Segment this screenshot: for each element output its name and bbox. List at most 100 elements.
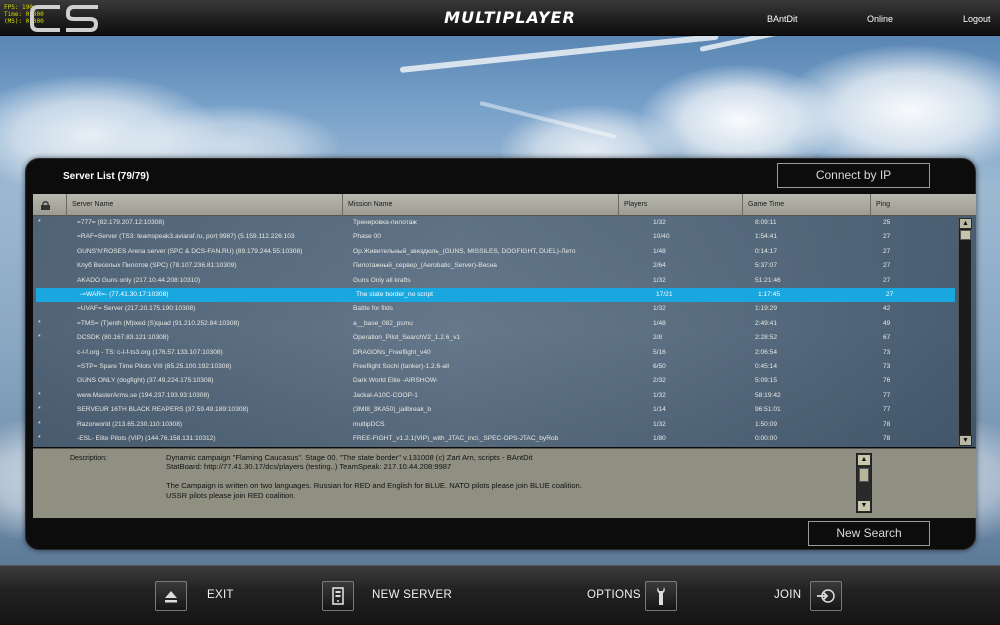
row-players: 1/32 <box>653 391 666 399</box>
row-players: 1/32 <box>653 219 666 226</box>
column-server-name[interactable]: Server Name <box>66 194 348 216</box>
join-button[interactable]: JOIN <box>774 581 854 611</box>
row-server-name: GUNS ONLY (dogfight) (37.49.224.175:1030… <box>77 377 214 385</box>
scroll-down-button[interactable]: ▼ <box>959 435 972 446</box>
online-status[interactable]: Online <box>867 14 893 24</box>
description-scroll-thumb[interactable] <box>859 468 869 482</box>
exit-button[interactable]: EXIT <box>155 581 245 611</box>
eject-icon <box>155 581 187 611</box>
table-row[interactable]: =UVAF= Server (217.20.175.190:10308) Batt… <box>33 302 958 316</box>
row-mission-name: Ор.Живительный_звездюль_(GUNS, MISSILES,… <box>353 247 576 255</box>
row-players: 2/8 <box>653 334 663 342</box>
server-list-title: Server List (79/79) <box>63 171 150 182</box>
table-row[interactable]: c-l-f.org - TS: c-l-f-ts3.org (176.57.13… <box>33 346 958 360</box>
row-ping: 27 <box>886 291 894 298</box>
table-row[interactable]: * =TMS= (T)enth (M)ixed (S)quad (91.210.2… <box>33 317 958 331</box>
row-game-time: 51:21:46 <box>755 276 781 284</box>
row-mission-name: Guns Only all krafts <box>353 276 411 284</box>
row-players: 17/21 <box>656 291 673 298</box>
row-game-time: 2:49:41 <box>755 319 777 327</box>
table-row[interactable]: * SERVEUR 16TH BLACK REAPERS (37.59.49.18… <box>33 403 958 417</box>
row-flag: * <box>38 406 41 414</box>
new-server-button[interactable]: NEW SERVER <box>322 581 452 611</box>
join-label: JOIN <box>774 589 802 601</box>
row-ping: 78 <box>883 420 891 428</box>
lock-icon <box>41 201 50 210</box>
row-game-time: 58:19:42 <box>755 391 781 399</box>
row-ping: 25 <box>883 219 891 226</box>
row-server-name: Клуб Веселых Пилотов (SPC) (78.107.236.8… <box>77 262 237 270</box>
new-search-button[interactable]: New Search <box>808 521 930 546</box>
column-lock[interactable] <box>33 194 66 216</box>
row-mission-name: Dark World Elite -AIRSHOW- <box>353 377 439 385</box>
description-scroll-up[interactable]: ▲ <box>857 454 871 466</box>
row-mission-name: (3MI8_3KA50)_jailbreak_b <box>353 406 432 414</box>
server-rows: * =777= (82.179.207.12:10308) Тренировка-п… <box>33 216 976 447</box>
connect-by-ip-button[interactable]: Connect by IP <box>777 163 930 188</box>
row-flag: * <box>38 391 41 399</box>
row-game-time: 0:45:14 <box>755 363 777 370</box>
table-row[interactable]: * www.MasterArms.se (194.237.193.93:10308… <box>33 389 958 403</box>
row-game-time: 5:09:15 <box>755 377 777 385</box>
table-row[interactable]: =STP= Spare Time Pilots VIII (85.25.100.… <box>33 360 958 374</box>
row-players: 2/64 <box>653 262 666 270</box>
row-flag <box>38 374 58 388</box>
row-game-time: 1:17:45 <box>758 291 780 298</box>
table-row[interactable]: * =777= (82.179.207.12:10308) Тренировка-п… <box>33 216 958 230</box>
row-ping: 76 <box>883 377 891 385</box>
options-button[interactable]: OPTIONS <box>587 581 682 611</box>
row-flag: * <box>38 334 41 342</box>
row-flag: * <box>38 420 41 428</box>
row-server-name: SERVEUR 16TH BLACK REAPERS (37.59.49.189… <box>77 406 249 414</box>
description-scroll-down[interactable]: ▼ <box>857 500 871 512</box>
row-flag <box>38 259 58 273</box>
table-row[interactable]: * DCSDK (80.167.83.121:10308) Operation_Pi… <box>33 331 958 345</box>
column-game-time[interactable]: Game Time <box>742 194 870 216</box>
row-ping: 73 <box>883 348 891 356</box>
row-game-time: 96:51:01 <box>755 406 781 414</box>
column-mission-name[interactable]: Mission Name <box>342 194 618 216</box>
row-players: 1/32 <box>653 305 666 313</box>
new-server-label: NEW SERVER <box>372 589 453 601</box>
table-row[interactable]: GUNS ONLY (dogfight) (37.49.224.175:1030… <box>33 374 958 388</box>
row-mission-name: Пилотажный_сервер_(Aerobatic_Server)-Вес… <box>353 262 497 270</box>
row-server-name: =STP= Spare Time Pilots VIII (85.25.100.… <box>77 363 232 370</box>
column-ping[interactable]: Ping <box>870 194 976 216</box>
table-row[interactable]: * Razorworld (213.65.230.110:10308) multip… <box>33 418 958 432</box>
table-row[interactable]: * -ESL- Elite Pilots (VIP) (144.76.158.13… <box>33 432 958 446</box>
scroll-thumb[interactable] <box>960 230 971 240</box>
row-ping: 67 <box>883 334 891 342</box>
row-game-time: 1:50:09 <box>755 420 777 428</box>
row-flag <box>38 302 58 316</box>
row-mission-name: Jackal-A10C-COOP-1 <box>353 391 418 399</box>
table-row[interactable]: GUNS'N'ROSES Arena server (SPC & DCS-FAN… <box>33 245 958 259</box>
row-server-name: -=WAR=- (77.41.30.17:10308) <box>80 291 169 298</box>
row-ping: 27 <box>883 247 891 255</box>
table-row[interactable]: AKADO Guns only (217.10.44.208:10310) Gun… <box>33 274 958 288</box>
description-text: Dynamic campaign "Flaming Caucasus". Sta… <box>166 453 582 500</box>
logout-link[interactable]: Logout <box>963 14 991 24</box>
page-title: MULTIPLAYER <box>444 8 576 27</box>
row-mission-name: multipDCS <box>353 420 385 428</box>
row-ping: 73 <box>883 363 891 370</box>
top-bar: FPS: 190 Time: 0.000 (MS): 0.000 MULTIPL… <box>0 0 1000 36</box>
row-mission-name: Battle for filds <box>353 305 393 313</box>
row-ping: 27 <box>883 262 891 270</box>
table-row[interactable]: =RAF=Server (TS3: teamspeak3.aviaraf.ru,… <box>33 230 958 244</box>
row-mission-name: Operation_Pilot_SearchV2_1.2.6_v1 <box>353 334 461 342</box>
username-label: BAntDit <box>767 14 798 24</box>
server-table: Server Name Mission Name Players Game Ti… <box>33 194 976 447</box>
row-server-name: =UVAF= Server (217.20.175.190:10308) <box>77 305 196 313</box>
row-server-name: =RAF=Server (TS3: teamspeak3.aviaraf.ru,… <box>77 233 295 241</box>
table-row-selected[interactable]: -=WAR=- (77.41.30.17:10308) The state bor… <box>36 288 955 303</box>
row-flag <box>38 346 58 360</box>
row-game-time: 2:06:54 <box>755 348 777 356</box>
description-scrollbar[interactable]: ▲ ▼ <box>856 453 872 513</box>
row-flag <box>41 288 61 302</box>
scroll-up-button[interactable]: ▲ <box>959 218 972 229</box>
row-players: 10/40 <box>653 233 670 241</box>
table-row[interactable]: Клуб Веселых Пилотов (SPC) (78.107.236.8… <box>33 259 958 273</box>
server-list-scrollbar[interactable]: ▲ ▼ <box>958 218 972 446</box>
row-ping: 42 <box>883 305 891 313</box>
column-players[interactable]: Players <box>618 194 742 216</box>
